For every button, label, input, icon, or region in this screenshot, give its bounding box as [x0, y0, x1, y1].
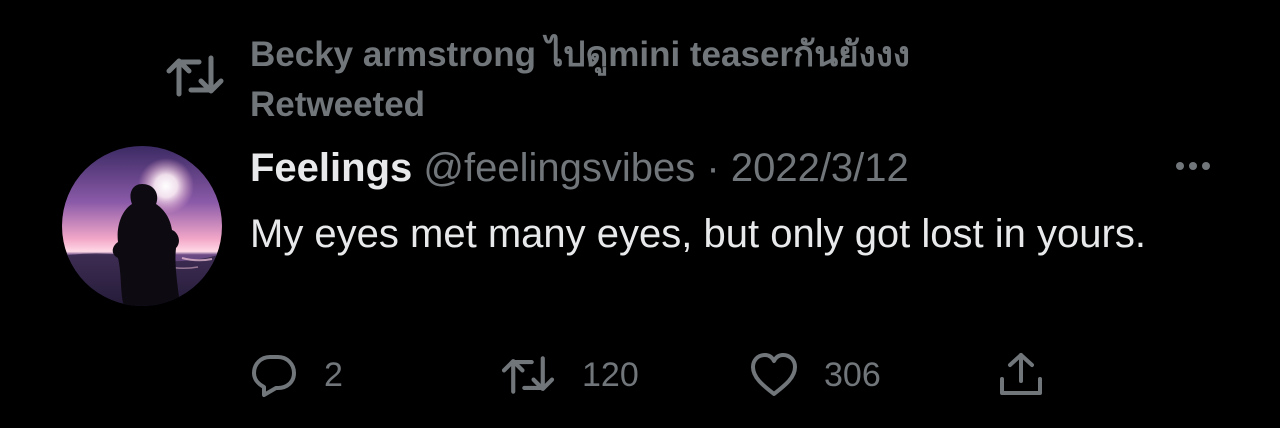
author-handle[interactable]: @feelingsvibes [423, 146, 695, 190]
author-name[interactable]: Feelings [250, 146, 412, 190]
retweet-button[interactable]: 120 [500, 345, 639, 405]
reply-button[interactable]: 2 [250, 345, 343, 405]
retweet-icon [165, 50, 225, 102]
reply-icon [250, 351, 298, 399]
tweet-header: Feelings @feelingsvibes · 2022/3/12 [250, 142, 909, 194]
tweet-timestamp[interactable]: 2022/3/12 [731, 146, 909, 190]
retweet-count: 120 [582, 355, 639, 394]
reply-count: 2 [324, 355, 343, 394]
share-button[interactable] [998, 345, 1044, 405]
avatar[interactable] [62, 146, 222, 306]
tweet-text: My eyes met many eyes, but only got lost… [250, 212, 1146, 256]
separator-dot: · [706, 146, 720, 190]
retweet-icon [500, 351, 556, 399]
heart-icon [750, 352, 798, 398]
like-button[interactable]: 306 [750, 345, 881, 405]
more-options-icon[interactable] [1168, 150, 1218, 182]
tweet-actions: 2 120 306 [250, 345, 1070, 405]
retweeted-by-label[interactable]: Becky armstrong ไปดูmini teaserกันยังงง … [250, 30, 1010, 130]
share-icon [998, 351, 1044, 399]
like-count: 306 [824, 355, 881, 394]
